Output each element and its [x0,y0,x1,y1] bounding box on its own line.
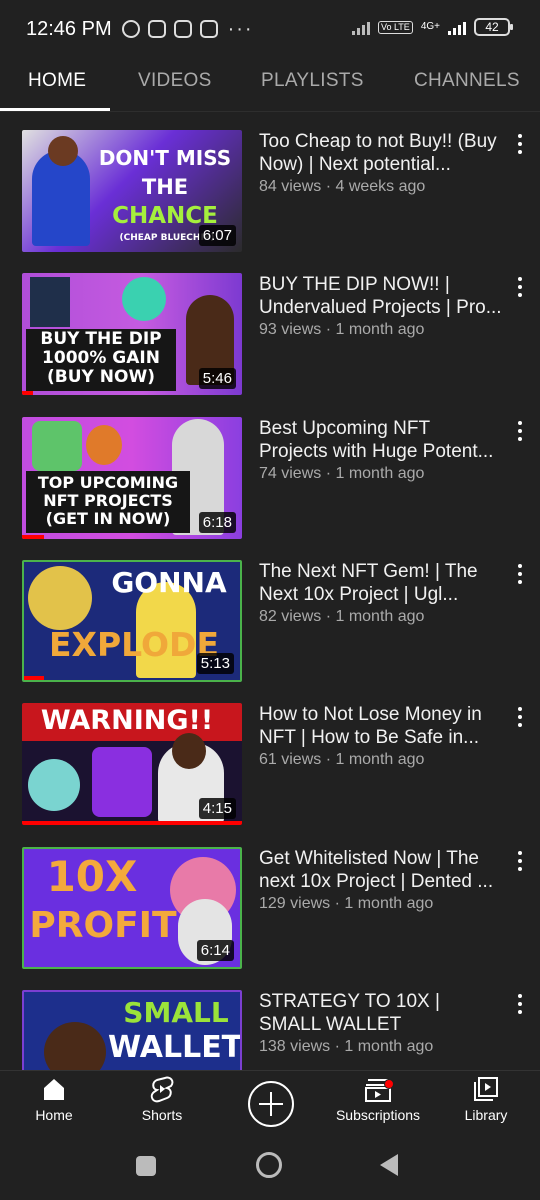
notification-icons [121,20,218,38]
video-duration: 5:46 [198,368,236,389]
video-meta: 74 views · 1 month ago [259,465,425,482]
thumbnail-text: SMALL [123,996,229,1029]
recents-button[interactable] [136,1156,156,1176]
thumbnail-text: (BUY NOW) [47,367,155,387]
video-thumbnail[interactable]: BUY THE DIP 1000% GAIN (BUY NOW) 5:46 [22,273,242,395]
video-thumbnail[interactable]: 10X PROFIT 6:14 [22,847,242,969]
more-options-icon[interactable] [512,849,528,873]
nav-home[interactable]: Home [0,1075,108,1123]
video-title[interactable]: BUY THE DIP NOW!! | Undervalued Projects… [259,273,503,319]
channel-tabs: HOME VIDEOS PLAYLISTS CHANNELS [0,58,540,112]
volte-icon: Vo LTE [377,20,413,34]
bottom-navigation: Home Shorts Subscriptions Library [0,1070,540,1136]
video-duration: 5:13 [196,653,234,674]
video-meta: 129 views · 1 month ago [259,895,434,912]
thumbnail-text: DON'T MISS [98,146,232,170]
nav-subscriptions-label: Subscriptions [335,1107,421,1123]
system-navigation-bar [0,1136,540,1200]
nav-library[interactable]: Library [432,1075,540,1123]
instagram-icon [199,20,218,38]
thumbnail-text: NFT PROJECTS [43,491,173,510]
back-button[interactable] [380,1154,398,1176]
tab-channels[interactable]: CHANNELS [414,70,520,92]
divider [0,111,540,112]
video-list: DON'T MISS THE CHANCE (CHEAP BLUECHIP) 6… [0,130,540,1070]
more-options-icon[interactable] [512,275,528,299]
video-title[interactable]: Get Whitelisted Now | The next 10x Proje… [259,847,503,893]
watch-progress-bar [24,676,44,680]
video-item[interactable]: BUY THE DIP 1000% GAIN (BUY NOW) 5:46 BU… [0,273,540,399]
video-duration: 6:14 [196,940,234,961]
more-options-icon[interactable] [512,132,528,156]
video-duration: 6:18 [198,512,236,533]
video-item[interactable]: DON'T MISS THE CHANCE (CHEAP BLUECHIP) 6… [0,130,540,256]
watch-progress-bar [22,821,242,825]
library-icon [474,1077,498,1101]
thumbnail-text: WALLET [108,1030,242,1065]
video-item[interactable]: TOP UPCOMING NFT PROJECTS (GET IN NOW) 6… [0,417,540,543]
alarm-icon [121,20,140,38]
video-thumbnail[interactable]: TOP UPCOMING NFT PROJECTS (GET IN NOW) 6… [22,417,242,539]
notification-dot [384,1079,394,1089]
thumbnail-text: 1000% GAIN [42,348,160,368]
video-title[interactable]: The Next NFT Gem! | The Next 10x Project… [259,560,503,606]
battery-icon: 42 [474,18,513,36]
video-duration: 4:15 [198,798,236,819]
message-icon [147,20,166,38]
tab-playlists[interactable]: PLAYLISTS [261,70,364,92]
thumbnail-text: PROFIT [29,905,177,946]
tab-home[interactable]: HOME [28,70,86,92]
tab-videos[interactable]: VIDEOS [138,70,212,92]
video-duration: 6:07 [198,225,236,246]
video-title[interactable]: STRATEGY TO 10X | SMALL WALLET STRATEGY … [259,990,503,1036]
video-thumbnail[interactable]: GONNA EXPLODE 5:13 [22,560,242,682]
shorts-icon [150,1076,174,1103]
thumbnail-text: 10X [46,852,138,901]
video-thumbnail[interactable]: DON'T MISS THE CHANCE (CHEAP BLUECHIP) 6… [22,130,242,252]
more-options-icon[interactable] [512,992,528,1016]
system-indicators: Vo LTE 4G+ 42 [351,18,513,36]
home-icon [44,1079,64,1100]
watch-progress-bar [22,391,33,395]
video-meta: 93 views · 1 month ago [259,321,425,338]
network-type: 4G+ [420,21,440,32]
nav-home-label: Home [35,1107,73,1123]
thumbnail-text: BUY THE DIP [40,329,162,349]
thumbnail-text: GONNA [111,566,227,599]
video-title[interactable]: Too Cheap to not Buy!! (Buy Now) | Next … [259,130,503,176]
watch-progress-bar [22,535,44,539]
video-thumbnail[interactable]: SMALL WALLET [22,990,242,1070]
video-thumbnail[interactable]: WARNING!! 4:15 [22,703,242,825]
video-title[interactable]: How to Not Lose Money in NFT | How to Be… [259,703,503,749]
nav-subscriptions[interactable]: Subscriptions [324,1075,432,1123]
more-options-icon[interactable] [512,419,528,443]
video-item[interactable]: SMALL WALLET STRATEGY TO 10X | SMALL WAL… [0,990,540,1070]
thumbnail-text: TOP UPCOMING [37,473,179,492]
nav-shorts[interactable]: Shorts [108,1075,216,1123]
thumbnail-text: THE [141,175,189,199]
nav-library-label: Library [464,1107,508,1123]
thumbnail-text: (GET IN NOW) [45,509,171,528]
signal-icon [448,19,466,35]
video-meta: 82 views · 1 month ago [259,608,425,625]
instagram-icon [173,20,192,38]
video-meta: 61 views · 1 month ago [259,751,425,768]
more-notifications-icon: ··· [227,17,254,40]
video-title[interactable]: Best Upcoming NFT Projects with Huge Pot… [259,417,503,463]
video-item[interactable]: GONNA EXPLODE 5:13 The Next NFT Gem! | T… [0,560,540,686]
create-button[interactable] [248,1081,294,1127]
video-item[interactable]: 10X PROFIT 6:14 Get Whitelisted Now | Th… [0,847,540,973]
thumbnail-text: WARNING!! [40,705,214,736]
nav-shorts-label: Shorts [141,1107,183,1123]
signal-icon [351,19,370,35]
clock: 12:46 PM [26,17,112,40]
video-meta: 84 views · 4 weeks ago [259,178,426,195]
home-button[interactable] [256,1152,282,1178]
status-bar: 12:46 PM ··· Vo LTE 4G+ 42 [0,0,540,58]
video-item[interactable]: WARNING!! 4:15 How to Not Lose Money in … [0,703,540,829]
video-meta: 138 views · 1 month ago [259,1038,434,1055]
more-options-icon[interactable] [512,705,528,729]
more-options-icon[interactable] [512,562,528,586]
